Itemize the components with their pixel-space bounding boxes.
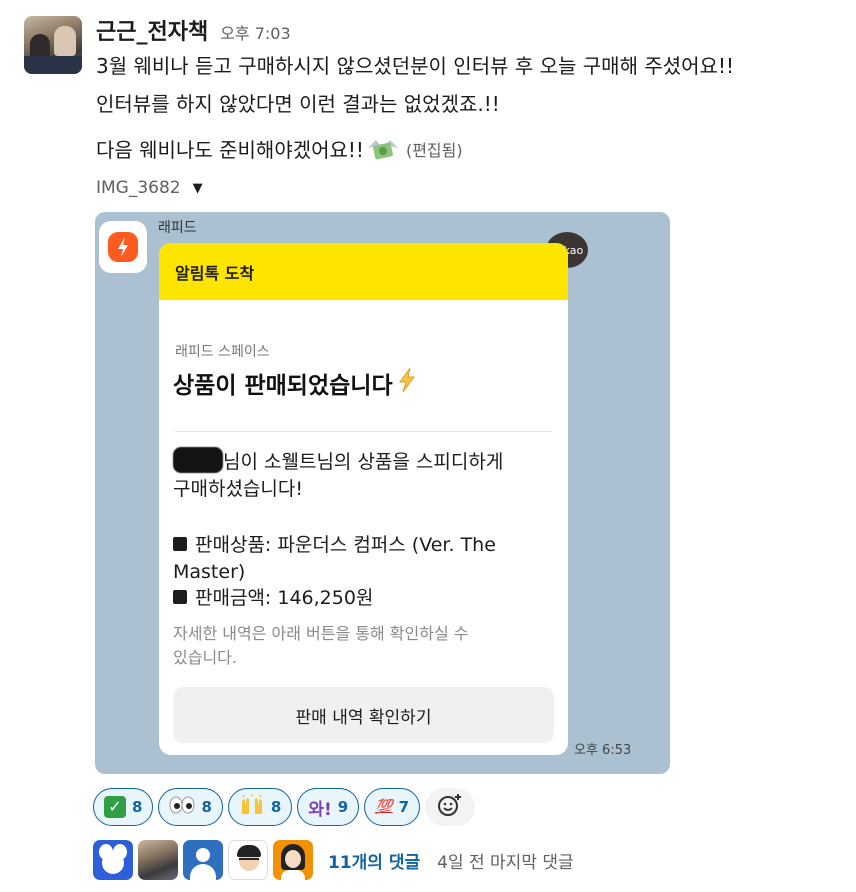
card-body-product: 판매상품: 파운더스 컴퍼스 (Ver. The Master) [173,532,554,586]
bullet-square-icon [173,590,187,604]
card-subtitle: 래피드 스페이스 [175,344,270,360]
reaction-eyes[interactable]: 8 [158,788,223,826]
message-line-2: 인터뷰를 하지 않았다면 이런 결과는 없었겠죠.!! [96,92,500,116]
avatar-table [24,56,82,74]
card-body-line2: 구매하셨습니다! [173,478,303,500]
lightning-icon [395,366,419,400]
reply-avatar [228,840,268,880]
money-with-wings-icon [366,136,400,162]
author-avatar[interactable] [24,16,82,74]
chat-sender-name: 래피드 [158,220,197,236]
thread-summary[interactable]: 11개의 댓글 4일 전 마지막 댓글 [93,840,574,880]
reaction-count: 8 [270,798,282,816]
reaction-wa[interactable]: 와! 9 [297,788,360,826]
view-sales-button: 판매 내역 확인하기 [173,687,554,743]
card-header: 알림톡 도착 [159,243,568,300]
card-note: 자세한 내역은 아래 버튼을 통해 확인하실 수 있습니다. [173,622,554,670]
card-title-text: 상품이 판매되었습니다 [173,373,393,399]
reply-avatar [183,840,223,880]
add-reaction-icon [437,792,463,823]
raised-hands-icon [239,793,265,821]
attachment-toggle[interactable]: IMG_3682 ▼ [96,178,203,198]
chat-timestamp: 오후 6:53 [574,743,632,758]
card-body-line1: 님이 소웰트님의 상품을 스피디하게 [223,451,504,473]
rapid-app-icon [99,221,147,273]
reaction-count: 8 [132,798,143,816]
reaction-count: 9 [337,798,349,816]
edited-label: (편집됨) [405,140,463,160]
attachment-filename: IMG_3682 [96,178,181,198]
reaction-count: 7 [398,798,410,816]
card-body-purchase: 님이 소웰트님의 상품을 스피디하게 구매하셨습니다! [173,447,554,503]
reaction-hundred[interactable]: 💯 7 [364,788,421,826]
reply-avatar [93,840,133,880]
card-title: 상품이 판매되었습니다 [173,366,419,400]
redacted-name [173,447,223,473]
check-mark-icon: ✓ [104,796,126,818]
avatar-person-right [54,26,76,56]
card-note-line2: 있습니다. [173,648,237,667]
card-divider [175,431,552,432]
reply-avatar [138,840,178,880]
reaction-count: 8 [201,798,212,816]
last-reply-time: 4일 전 마지막 댓글 [437,852,574,873]
reply-avatar [273,840,313,880]
card-body-amount: 판매금액: 146,250원 [173,585,554,612]
wa-icon: 와! [308,799,332,820]
card-note-line1: 자세한 내역은 아래 버튼을 통해 확인하실 수 [173,624,469,643]
caret-down-icon: ▼ [192,180,203,196]
alimtalk-card: 알림톡 도착 래피드 스페이스 상품이 판매되었습니다 님이 소웰트님의 상품을… [159,243,568,755]
amount-label: 판매금액: 146,250원 [195,587,374,609]
reaction-raised-hands[interactable]: 8 [227,788,293,826]
reply-count-link[interactable]: 11개의 댓글 [328,848,420,873]
author-name[interactable]: 근근_전자책 [96,14,208,46]
product-label: 판매상품: 파운더스 컴퍼스 (Ver. The [195,534,496,556]
message-timestamp[interactable]: 오후 7:03 [220,20,290,44]
message-line-3-text: 다음 웨비나도 준비해야겠어요!! [96,138,364,162]
message-header: 근근_전자책 오후 7:03 [96,14,291,46]
hundred-points-icon: 💯 [375,799,393,815]
eyes-icon [169,796,195,819]
bullet-square-icon [173,537,187,551]
reaction-bar: ✓ 8 8 8 와! 9 💯 7 [93,788,476,826]
message-line-1: 3월 웨비나 듣고 구매하시지 않으셨던분이 인터뷰 후 오늘 구매해 주셨어요… [96,54,734,78]
product-label-cont: Master) [173,561,246,583]
add-reaction-button[interactable] [425,788,476,826]
message-line-3: 다음 웨비나도 준비해야겠어요!! (편집됨) [96,134,463,163]
reaction-check[interactable]: ✓ 8 [93,788,154,826]
attachment-image[interactable]: 래피드 kakao 알림톡 도착 래피드 스페이스 상품이 판매되었습니다 님이… [95,212,670,774]
